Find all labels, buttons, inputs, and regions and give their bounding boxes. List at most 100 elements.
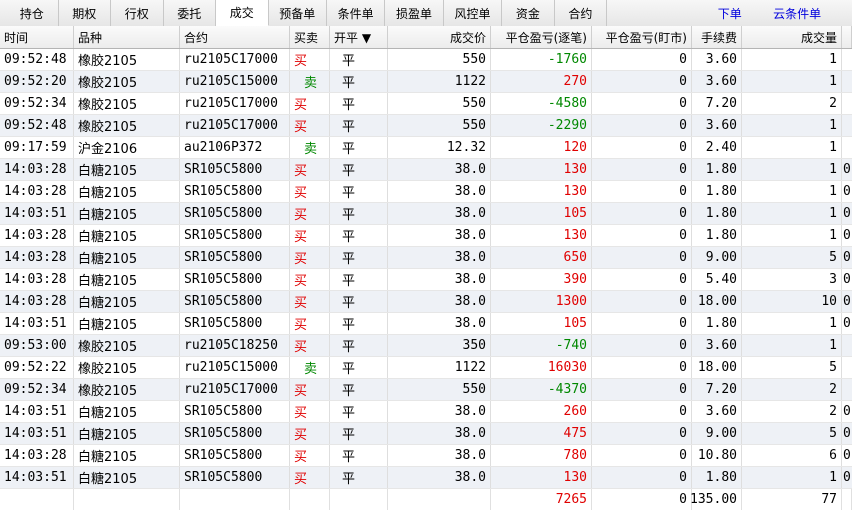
tab-positions[interactable]: 持仓 — [6, 0, 59, 26]
table-row[interactable]: 09:52:34 橡胶2105 ru2105C17000 买平 550 -4580 0 7.2… — [0, 93, 852, 115]
trade-close-pl-by-trade: 1300 — [491, 291, 592, 312]
trade-side: 买 — [290, 247, 330, 268]
column-header-contract[interactable]: 合约 — [180, 26, 290, 48]
total-fee: 135.00 — [690, 489, 742, 510]
tab-orders[interactable]: 委托 — [164, 0, 216, 26]
table-row[interactable]: 14:03:28 白糖2105 SR105C5800 买平 38.0 650 0 9.00 5 0 — [0, 247, 852, 269]
cloud-conditional-order-link[interactable]: 云条件单 — [773, 0, 852, 26]
table-row[interactable]: 14:03:28 白糖2105 SR105C5800 买平 38.0 780 0 10.80 6… — [0, 445, 852, 467]
trade-open-close: 平 — [330, 225, 388, 246]
trade-product: 白糖2105 — [74, 203, 180, 224]
table-row[interactable]: 09:52:22 橡胶2105 ru2105C15000 卖平 1122 16030 0 18… — [0, 357, 852, 379]
table-row[interactable]: 09:52:34 橡胶2105 ru2105C17000 买平 550 -4370 0 7.2… — [0, 379, 852, 401]
trade-volume: 1 — [742, 49, 842, 70]
column-header-time[interactable]: 时间 — [0, 26, 74, 48]
trade-fee: 9.00 — [692, 423, 742, 444]
trade-extra: 0 — [843, 272, 851, 287]
trade-close-pl-mark-to-market: 0 — [592, 71, 692, 92]
trade-time: 14:03:51 — [0, 467, 74, 488]
trade-close-pl-mark-to-market: 0 — [592, 379, 692, 400]
trade-price: 38.0 — [388, 247, 491, 268]
tab-risk-control-orders[interactable]: 风控单 — [444, 0, 503, 26]
totals-spacer — [388, 489, 491, 510]
trade-side: 买 — [290, 49, 330, 70]
table-row[interactable]: 14:03:51 白糖2105 SR105C5800 买平 38.0 105 0 1.80 1 0 — [0, 313, 852, 335]
trade-extra — [842, 115, 852, 136]
trade-fee: 7.20 — [692, 93, 742, 114]
trade-open-close: 平 — [330, 335, 388, 356]
trade-close-pl-by-trade: -740 — [491, 335, 592, 356]
table-row[interactable]: 14:03:28 白糖2105 SR105C5800 买平 38.0 1300 0 18.00… — [0, 291, 852, 313]
column-header-side[interactable]: 买卖 — [290, 26, 330, 48]
trade-side: 买 — [290, 93, 330, 114]
trade-side: 买 — [290, 423, 330, 444]
trade-contract: SR105C5800 — [180, 423, 290, 444]
tab-exercise[interactable]: 行权 — [111, 0, 164, 26]
trade-price: 550 — [388, 93, 491, 114]
trades-table: 时间 品种 合约 买卖 开平 ▼ 成交价 平仓盈亏(逐笔) 平仓盈亏(盯市) 手… — [0, 26, 852, 510]
totals-extra — [842, 489, 852, 510]
trade-close-pl-by-trade: 130 — [491, 225, 592, 246]
trade-product: 橡胶2105 — [74, 357, 180, 378]
totals-spacer — [290, 489, 330, 510]
trade-close-pl-mark-to-market: 0 — [592, 115, 692, 136]
trade-side: 买 — [290, 401, 330, 422]
column-header-price[interactable]: 成交价 — [388, 26, 491, 48]
table-row[interactable]: 14:03:51 白糖2105 SR105C5800 买平 38.0 260 0 3.60 2 0 — [0, 401, 852, 423]
trade-extra: 0 — [843, 228, 851, 243]
trade-contract: ru2105C18250 — [180, 335, 290, 356]
table-row[interactable]: 09:53:00 橡胶2105 ru2105C18250 买平 350 -740 0 3.60… — [0, 335, 852, 357]
trade-product: 橡胶2105 — [74, 335, 180, 356]
trade-contract: SR105C5800 — [180, 225, 290, 246]
trade-extra — [842, 137, 852, 158]
trade-volume: 10 — [742, 291, 842, 312]
trade-open-close: 平 — [330, 313, 388, 334]
column-header-fee[interactable]: 手续费 — [692, 26, 742, 48]
table-row[interactable]: 14:03:28 白糖2105 SR105C5800 买平 38.0 130 0 1.80 1 0 — [0, 225, 852, 247]
column-header-close-pl-by-trade[interactable]: 平仓盈亏(逐笔) — [491, 26, 592, 48]
tab-stop-profit-loss-orders[interactable]: 损盈单 — [385, 0, 444, 26]
tab-funds[interactable]: 资金 — [502, 0, 555, 26]
table-row[interactable]: 14:03:28 白糖2105 SR105C5800 买平 38.0 130 0 1.80 1 0 — [0, 181, 852, 203]
table-row[interactable]: 14:03:28 白糖2105 SR105C5800 买平 38.0 130 0 1.80 1 0 — [0, 159, 852, 181]
trade-close-pl-mark-to-market: 0 — [592, 159, 692, 180]
column-header-product[interactable]: 品种 — [74, 26, 180, 48]
tab-options[interactable]: 期权 — [59, 0, 111, 26]
table-row[interactable]: 14:03:51 白糖2105 SR105C5800 买平 38.0 475 0 9.00 5 0 — [0, 423, 852, 445]
table-row[interactable]: 09:52:48 橡胶2105 ru2105C17000 买平 550 -2290 0 3.6… — [0, 115, 852, 137]
trade-time: 09:17:59 — [0, 137, 74, 158]
table-row[interactable]: 14:03:28 白糖2105 SR105C5800 买平 38.0 390 0 5.40 3 0 — [0, 269, 852, 291]
table-header: 时间 品种 合约 买卖 开平 ▼ 成交价 平仓盈亏(逐笔) 平仓盈亏(盯市) 手… — [0, 26, 852, 49]
trade-price: 350 — [388, 335, 491, 356]
column-header-open-close[interactable]: 开平 ▼ — [330, 26, 388, 48]
table-row[interactable]: 14:03:51 白糖2105 SR105C5800 买平 38.0 105 0 1.80 1 0 — [0, 203, 852, 225]
trade-contract: SR105C5800 — [180, 203, 290, 224]
trade-volume: 5 — [742, 247, 842, 268]
trade-contract: SR105C5800 — [180, 291, 290, 312]
table-row[interactable]: 09:17:59 沪金2106 au2106P372 卖平 12.32 120 0 2.40 1 — [0, 137, 852, 159]
column-header-close-pl-mark-to-market[interactable]: 平仓盈亏(盯市) — [592, 26, 692, 48]
trade-extra — [842, 357, 852, 378]
trade-close-pl-by-trade: -4580 — [491, 93, 592, 114]
trade-price: 38.0 — [388, 159, 491, 180]
table-row[interactable]: 09:52:48 橡胶2105 ru2105C17000 买平 550 -1760 0 3.6… — [0, 49, 852, 71]
trade-close-pl-mark-to-market: 0 — [592, 181, 692, 202]
trade-volume: 1 — [742, 137, 842, 158]
totals-row: 7265 0 135.00 77 — [0, 489, 852, 510]
trade-fee: 2.40 — [692, 137, 742, 158]
order-link[interactable]: 下单 — [718, 0, 773, 26]
trade-time: 14:03:28 — [0, 225, 74, 246]
trade-close-pl-mark-to-market: 0 — [592, 137, 692, 158]
tab-trades[interactable]: 成交 — [216, 0, 269, 26]
tab-conditional-orders[interactable]: 条件单 — [327, 0, 386, 26]
table-row[interactable]: 09:52:20 橡胶2105 ru2105C15000 卖平 1122 270 0 3.60… — [0, 71, 852, 93]
tab-contracts[interactable]: 合约 — [555, 0, 608, 26]
tab-preset-orders[interactable]: 预备单 — [269, 0, 327, 26]
column-header-volume[interactable]: 成交量 — [742, 26, 842, 48]
trade-product: 沪金2106 — [74, 137, 180, 158]
trade-side: 买 — [290, 159, 330, 180]
trade-contract: ru2105C17000 — [180, 379, 290, 400]
table-row[interactable]: 14:03:51 白糖2105 SR105C5800 买平 38.0 130 0 1.80 1 0 — [0, 467, 852, 489]
trade-side: 买 — [290, 225, 330, 246]
trade-product: 白糖2105 — [74, 445, 180, 466]
